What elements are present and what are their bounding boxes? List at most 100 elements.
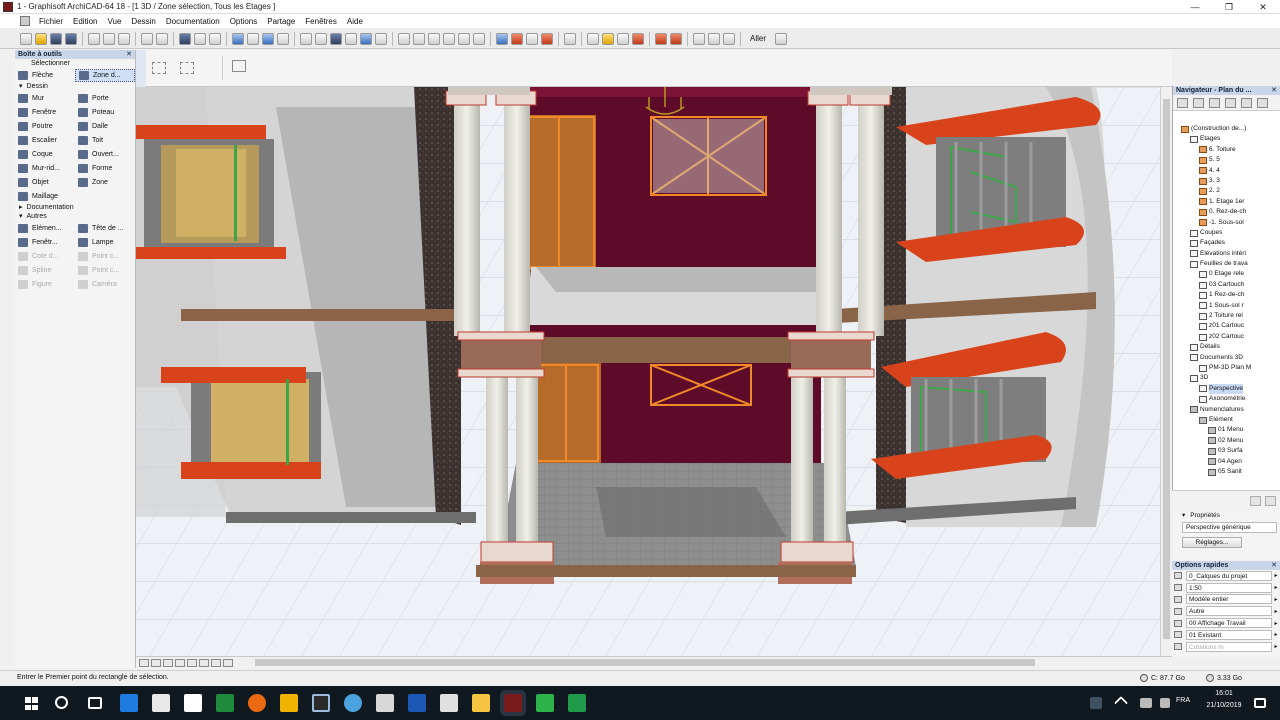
- tool-maillage[interactable]: Maillage: [15, 190, 75, 203]
- tree-item[interactable]: 03 Surfa: [1173, 446, 1280, 456]
- vertical-scrollbar[interactable]: [1160, 87, 1172, 656]
- excel-icon[interactable]: [216, 694, 234, 712]
- save-icon[interactable]: [50, 32, 62, 45]
- tree-item[interactable]: 1 Rez-de-ch: [1173, 290, 1280, 300]
- go-menu[interactable]: Aller: [750, 34, 766, 43]
- archicad-taskbar-icon[interactable]: [504, 694, 522, 712]
- layout-icon[interactable]: [587, 32, 599, 45]
- grid-icon[interactable]: [277, 32, 289, 45]
- 3d-style-icon[interactable]: [541, 32, 553, 45]
- menu-edition[interactable]: Edition: [68, 17, 102, 26]
- tree-item[interactable]: Coupes: [1173, 228, 1280, 238]
- tool-coque[interactable]: Coque: [15, 148, 75, 161]
- tool-toit[interactable]: Toit: [75, 134, 135, 147]
- tree-item[interactable]: 0 Etage rele: [1173, 269, 1280, 279]
- zoom-mode-icon[interactable]: [708, 32, 720, 45]
- tool-tête-de[interactable]: Tête de ...: [75, 222, 135, 235]
- navigator-close-icon[interactable]: ✕: [1271, 86, 1277, 95]
- recorder-icon[interactable]: [568, 694, 586, 712]
- task-view-icon[interactable]: [88, 697, 102, 709]
- tree-item[interactable]: 03 Cartouch: [1173, 280, 1280, 290]
- view-map-icon[interactable]: [1193, 97, 1204, 108]
- find-select-icon[interactable]: [179, 32, 191, 45]
- rotate-icon[interactable]: [413, 32, 425, 45]
- properties-name-field[interactable]: Perspective générique: [1182, 522, 1277, 533]
- gravity-icon[interactable]: [262, 32, 274, 45]
- tree-item[interactable]: Nomenclatures: [1173, 405, 1280, 415]
- chevron-right-icon[interactable]: ▸: [1272, 631, 1280, 638]
- tree-item[interactable]: Détails: [1173, 342, 1280, 352]
- explode-icon[interactable]: [375, 32, 387, 45]
- file-explorer-icon[interactable]: [472, 694, 490, 712]
- delete-view-icon[interactable]: [1265, 496, 1276, 506]
- offset-icon[interactable]: [443, 32, 455, 45]
- quick-option-row[interactable]: 01 Existant ▸: [1172, 629, 1280, 641]
- cut-icon[interactable]: [88, 32, 100, 45]
- edge-browser-icon[interactable]: [120, 694, 138, 712]
- render-icon[interactable]: [511, 32, 523, 45]
- settings-button[interactable]: Réglages...: [1182, 537, 1242, 548]
- edit-selection-icon[interactable]: [360, 32, 372, 45]
- menu-partage[interactable]: Partage: [262, 17, 300, 26]
- new-file-icon[interactable]: [20, 32, 32, 45]
- chevron-right-icon[interactable]: ▸: [1272, 584, 1280, 591]
- redo-icon[interactable]: [156, 32, 168, 45]
- tree-item[interactable]: Elévations intéri: [1173, 249, 1280, 259]
- marquee-multi-icon[interactable]: [180, 62, 194, 74]
- tool-forme[interactable]: Forme: [75, 162, 135, 175]
- toolbox-close-icon[interactable]: ✕: [126, 50, 132, 59]
- tree-item[interactable]: 2 Toiture rel: [1173, 311, 1280, 321]
- tool-zone[interactable]: Zone: [75, 176, 135, 189]
- quick-option-value[interactable]: Cotations m: [1186, 641, 1272, 652]
- photos-icon[interactable]: [280, 694, 298, 712]
- organizer-icon[interactable]: [1241, 97, 1252, 108]
- snap-guide-icon[interactable]: [232, 32, 244, 45]
- zoom-in-icon[interactable]: [151, 658, 161, 667]
- tree-item[interactable]: 01 Menu: [1173, 425, 1280, 435]
- tree-item[interactable]: Axonométrie: [1173, 394, 1280, 404]
- menu-fenetres[interactable]: Fenêtres: [300, 17, 342, 26]
- menu-documentation[interactable]: Documentation: [161, 17, 225, 26]
- properties-title[interactable]: Propriétés: [1172, 510, 1280, 522]
- app-bird-icon[interactable]: [344, 694, 362, 712]
- horizontal-scrollbar[interactable]: [255, 659, 1035, 666]
- next-zoom-icon[interactable]: [211, 658, 221, 667]
- quick-option-row[interactable]: Autre ▸: [1172, 605, 1280, 617]
- arrow-icon[interactable]: [315, 32, 327, 45]
- element-info-icon[interactable]: [617, 32, 629, 45]
- menu-dessin[interactable]: Dessin: [126, 17, 160, 26]
- layer-icon[interactable]: [345, 32, 357, 45]
- tool-objet[interactable]: Objet: [15, 176, 75, 189]
- adjust-icon[interactable]: [473, 32, 485, 45]
- tree-item[interactable]: z02 Cartouc: [1173, 332, 1280, 342]
- tree-item[interactable]: z01 Cartouc: [1173, 321, 1280, 331]
- paste-icon[interactable]: [118, 32, 130, 45]
- walk-person-icon[interactable]: [775, 32, 788, 45]
- tool-arrow[interactable]: Flèche: [15, 69, 75, 82]
- tool-figure[interactable]: Figure: [15, 278, 75, 291]
- quick-option-row[interactable]: Modèle entier ▸: [1172, 594, 1280, 606]
- tool-poteau[interactable]: Poteau: [75, 106, 135, 119]
- media-icon[interactable]: [312, 694, 330, 712]
- menu-aide[interactable]: Aide: [342, 17, 368, 26]
- project-map-icon[interactable]: [1177, 97, 1188, 108]
- section-dessin[interactable]: Dessin: [15, 82, 135, 91]
- 3d-viewport[interactable]: [136, 87, 1162, 656]
- action-center-icon[interactable]: [1254, 698, 1266, 708]
- tree-item[interactable]: 05 Sanit: [1173, 467, 1280, 477]
- section-documentation[interactable]: Documentation: [15, 203, 135, 212]
- tree-item[interactable]: 2. 2: [1173, 186, 1280, 196]
- tree-item[interactable]: Elément: [1173, 415, 1280, 425]
- tool-escalier[interactable]: Escalier: [15, 134, 75, 147]
- people-icon[interactable]: [1090, 697, 1102, 709]
- syringe-icon[interactable]: [209, 32, 221, 45]
- eyedropper-icon[interactable]: [194, 32, 206, 45]
- arrange-icon[interactable]: [300, 32, 312, 45]
- tool-point-c[interactable]: Point c...: [75, 264, 135, 277]
- tree-item[interactable]: Etages: [1173, 134, 1280, 144]
- windows-start-icon[interactable]: [25, 697, 38, 710]
- restore-button[interactable]: ❐: [1212, 0, 1246, 14]
- tool-fenêtre[interactable]: Fenêtre: [15, 106, 75, 119]
- quick-option-row[interactable]: 0_Calques du projet ▸: [1172, 570, 1280, 582]
- menu-vue[interactable]: Vue: [102, 17, 126, 26]
